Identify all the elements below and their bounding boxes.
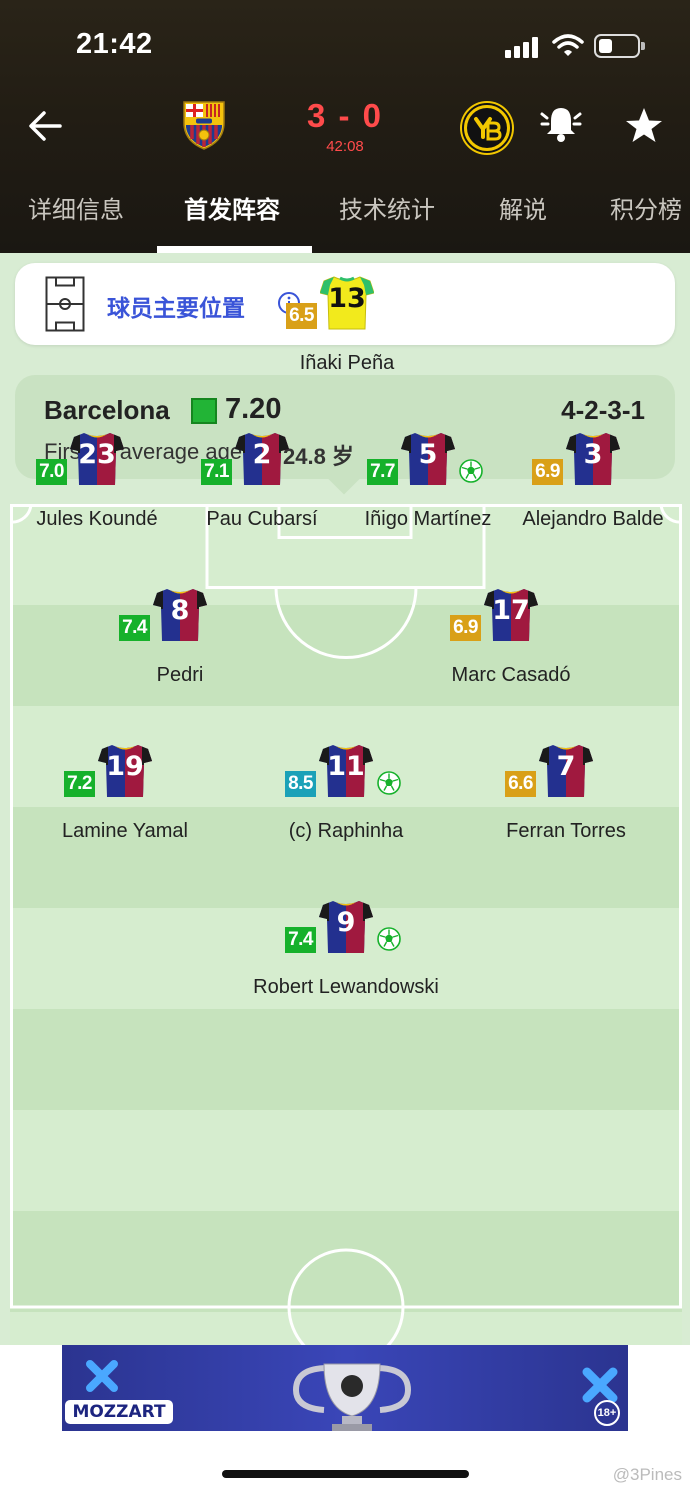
player-name: Lamine Yamal	[62, 820, 188, 842]
player-name: Alejandro Balde	[522, 508, 664, 530]
player-outfield[interactable]: 17 6.9 Marc Casadó	[426, 587, 596, 707]
shirt-number: 3	[583, 439, 603, 470]
notification-bell-icon[interactable]	[538, 100, 584, 146]
player-name: Ferran Torres	[506, 820, 626, 842]
goal-scored-ball-icon	[377, 927, 401, 951]
player-outfield[interactable]: 3 6.9 Alejandro Balde	[508, 431, 678, 551]
shirt-number: 19	[106, 751, 144, 782]
pitch-icon	[45, 276, 85, 332]
status-time: 21:42	[76, 28, 153, 60]
player-rating: 6.6	[505, 771, 536, 797]
watermark: @3Pines	[612, 1465, 682, 1484]
ad-banner[interactable]: MOZZART 18+	[62, 1345, 628, 1431]
battery-icon	[594, 34, 645, 58]
match-tabs: 详细信息 首发阵容 技术统计 解说 积分榜	[0, 190, 690, 253]
player-rating: 7.7	[367, 459, 398, 485]
player-positions-label: 球员主要位置	[107, 295, 245, 321]
goal-scored-ball-icon	[377, 771, 401, 795]
tab-standings[interactable]: 积分榜	[610, 190, 682, 253]
player-rating: 7.2	[64, 771, 95, 797]
player-rating: 6.9	[532, 459, 563, 485]
ad-x-logo-icon	[86, 1360, 118, 1392]
player-name: Pedri	[156, 664, 204, 686]
cellular-signal-icon	[505, 36, 541, 58]
shirt-number: 9	[336, 907, 356, 938]
match-header: 21:42 3 - 0 42:08 详细信息 首发阵容 技术统计 解说 积分榜	[0, 0, 690, 253]
age-restriction-badge: 18+	[594, 1400, 620, 1426]
favorite-star-icon[interactable]	[622, 104, 666, 148]
ad-brand: MOZZART	[65, 1400, 173, 1424]
player-name: Iñaki Peña	[299, 352, 395, 374]
player-outfield[interactable]: 19 7.2 Lamine Yamal	[40, 743, 210, 863]
shirt-number: 11	[327, 751, 365, 782]
player-rating: 7.0	[36, 459, 67, 485]
player-rating: 8.5	[285, 771, 316, 797]
home-indicator[interactable]	[222, 1470, 469, 1478]
lineup-content: 球员主要位置 Barcelona 7.20 4-2-3-1 First XI a…	[0, 253, 690, 1345]
shirt-number: 23	[78, 439, 116, 470]
shirt-number: 7	[556, 751, 576, 782]
team-formation: 4-2-3-1	[561, 395, 645, 425]
ad-area: MOZZART 18+ @3Pines	[0, 1345, 690, 1493]
player-outfield[interactable]: 5 7.7 Iñigo Martínez	[343, 431, 513, 551]
player-outfield[interactable]: 9 7.4 Robert Lewandowski	[253, 899, 439, 1019]
player-rating: 7.1	[201, 459, 232, 485]
shirt-number: 5	[418, 439, 438, 470]
back-arrow-icon[interactable]	[24, 104, 68, 148]
shirt-number: 17	[492, 595, 530, 626]
tab-stats[interactable]: 技术统计	[339, 190, 435, 253]
player-outfield[interactable]: 8 7.4 Pedri	[95, 587, 265, 707]
match-clock: 42:08	[326, 138, 364, 155]
ad-x-logo-right-icon	[582, 1367, 618, 1403]
shirt-number: 8	[170, 595, 190, 626]
player-goalkeeper[interactable]: 13 6.5 Iñaki Peña	[262, 275, 432, 395]
player-name: Marc Casadó	[451, 664, 571, 686]
active-tab-indicator	[157, 246, 312, 253]
goal-scored-ball-icon	[459, 459, 483, 483]
young-boys-crest-icon[interactable]	[459, 100, 515, 156]
match-score: 3 - 0	[306, 97, 384, 134]
player-rating: 6.9	[450, 615, 481, 641]
tab-details[interactable]: 详细信息	[28, 190, 124, 253]
team-rating: 7.20	[225, 393, 282, 425]
player-rating: 7.4	[119, 615, 150, 641]
player-outfield[interactable]: 2 7.1 Pau Cubarsí	[177, 431, 347, 551]
trophy-icon	[292, 1363, 412, 1431]
team-rating-badge	[191, 398, 217, 424]
tab-lineup[interactable]: 首发阵容	[184, 190, 280, 253]
shirt-number: 2	[252, 439, 272, 470]
barcelona-crest-icon[interactable]	[178, 99, 230, 151]
player-outfield[interactable]: 11 8.5 (c) Raphinha	[261, 743, 431, 863]
team-name: Barcelona	[44, 395, 170, 425]
player-outfield[interactable]: 7 6.6 Ferran Torres	[481, 743, 651, 863]
player-rating: 6.5	[286, 303, 317, 329]
wifi-icon	[552, 34, 584, 56]
player-outfield[interactable]: 23 7.0 Jules Koundé	[12, 431, 182, 551]
player-rating: 7.4	[285, 927, 316, 953]
shirt-number: 13	[328, 283, 366, 314]
player-name: (c) Raphinha	[288, 820, 404, 842]
player-name: Robert Lewandowski	[253, 976, 439, 998]
tab-commentary[interactable]: 解说	[499, 190, 547, 253]
